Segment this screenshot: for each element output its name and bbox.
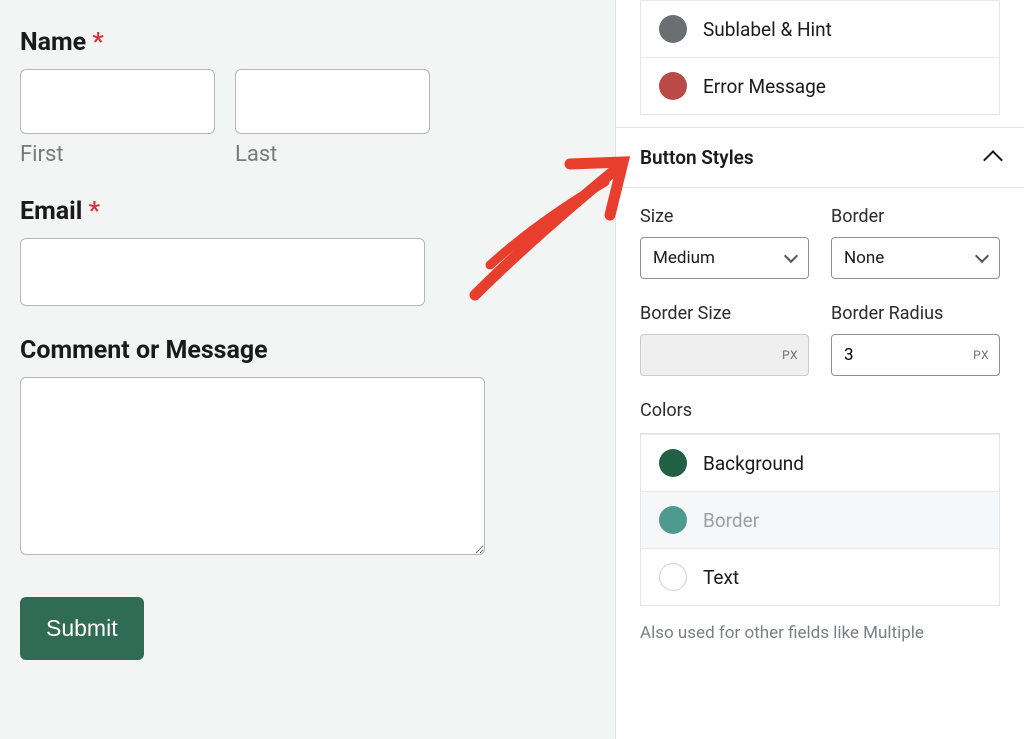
size-select[interactable]: Medium [640, 237, 809, 279]
chevron-down-icon [784, 249, 798, 263]
last-sublabel: Last [235, 142, 430, 167]
name-label: Name * [20, 28, 595, 57]
swatch-icon [659, 506, 687, 534]
border-radius-value: 3 [844, 345, 854, 365]
border-select[interactable]: None [831, 237, 1000, 279]
color-background[interactable]: Background [641, 434, 999, 491]
border-control: Border None [831, 206, 1000, 279]
email-label-text: Email [20, 197, 82, 226]
border-size-label: Border Size [640, 303, 809, 324]
border-radius-control: Border Radius 3 PX [831, 303, 1000, 376]
border-value: None [844, 248, 884, 268]
border-radius-label: Border Radius [831, 303, 1000, 324]
comment-field-group: Comment or Message [20, 336, 595, 559]
email-label: Email * [20, 197, 595, 226]
name-label-text: Name [20, 28, 86, 57]
section-title: Button Styles [640, 146, 754, 169]
option-label: Error Message [703, 75, 826, 98]
border-size-control: Border Size PX [640, 303, 809, 376]
form-preview-panel: Name * First Last Email * Comment or Mes… [0, 0, 615, 739]
option-sublabel-hint[interactable]: Sublabel & Hint [641, 0, 999, 57]
size-label: Size [640, 206, 809, 227]
swatch-icon [659, 15, 687, 43]
settings-sidebar: Sublabel & Hint Error Message Button Sty… [615, 0, 1024, 739]
color-border[interactable]: Border [641, 491, 999, 548]
option-label: Sublabel & Hint [703, 18, 832, 41]
last-name-input[interactable] [235, 69, 430, 134]
size-value: Medium [653, 248, 715, 268]
chevron-up-icon [983, 150, 1003, 170]
comment-textarea[interactable] [20, 377, 485, 555]
swatch-icon [659, 449, 687, 477]
swatch-icon [659, 563, 687, 591]
border-radius-input[interactable]: 3 PX [831, 334, 1000, 376]
top-color-options: Sublabel & Hint Error Message [640, 0, 1000, 115]
name-field-group: Name * First Last [20, 28, 595, 167]
unit-label: PX [782, 348, 798, 362]
colors-heading: Colors [640, 400, 1000, 421]
color-label: Background [703, 452, 804, 475]
help-text: Also used for other fields like Multiple [640, 622, 1000, 646]
required-asterisk: * [89, 197, 100, 226]
required-asterisk: * [92, 28, 103, 57]
option-error-message[interactable]: Error Message [641, 57, 999, 114]
email-input[interactable] [20, 238, 425, 306]
email-field-group: Email * [20, 197, 595, 306]
chevron-down-icon [975, 249, 989, 263]
submit-button[interactable]: Submit [20, 597, 144, 660]
button-styles-header[interactable]: Button Styles [616, 127, 1024, 188]
button-colors-list: Background Border Text [640, 433, 1000, 606]
button-styles-body: Size Medium Border None Border Size P [616, 188, 1024, 646]
first-sublabel: First [20, 142, 215, 167]
first-name-input[interactable] [20, 69, 215, 134]
swatch-icon [659, 72, 687, 100]
size-control: Size Medium [640, 206, 809, 279]
color-label: Border [703, 509, 759, 532]
border-size-input: PX [640, 334, 809, 376]
color-label: Text [703, 566, 739, 589]
color-text[interactable]: Text [641, 548, 999, 605]
comment-label: Comment or Message [20, 336, 595, 365]
unit-label: PX [973, 348, 989, 362]
border-label: Border [831, 206, 1000, 227]
